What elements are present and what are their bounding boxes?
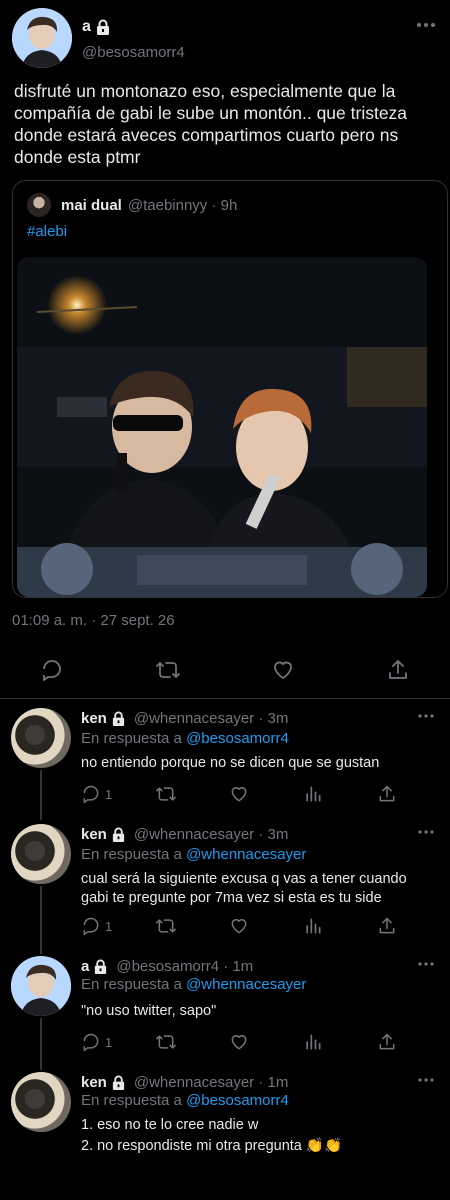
- reply-icon: [81, 1032, 101, 1052]
- quote-avatar: [27, 193, 51, 217]
- quote-photo[interactable]: [17, 257, 427, 597]
- reply-handle-time: @whennacesayer · 3m: [133, 710, 289, 727]
- reply-tweet[interactable]: ken @whennacesayer · 3m En respuesta a @…: [0, 820, 450, 952]
- quote-author-name: mai dual: [61, 197, 122, 214]
- hashtag-link[interactable]: #alebi: [27, 223, 67, 240]
- lock-icon: [111, 1075, 126, 1090]
- reply-author-name[interactable]: ken: [81, 826, 107, 843]
- reply-handle-time: @besosamorr4 · 1m: [116, 958, 254, 975]
- replying-to: En respuesta a @besosamorr4: [81, 1092, 289, 1109]
- replying-to-prefix: En respuesta a: [81, 1092, 182, 1109]
- reply-handle-time: @whennacesayer · 3m: [133, 826, 289, 843]
- clapping-hands-emoji: 👏👏: [305, 1138, 342, 1154]
- analytics-icon[interactable]: [303, 784, 323, 804]
- reply-action-bar: 1: [81, 784, 395, 808]
- tweet-action-bar: [0, 650, 450, 690]
- reply-button[interactable]: 1: [81, 1032, 112, 1052]
- reply-author-name[interactable]: ken: [81, 1074, 107, 1091]
- reply-tweet[interactable]: ken @whennacesayer · 3m En respuesta a @…: [0, 704, 450, 818]
- main-tweet-header: a @besosamorr4: [12, 8, 438, 72]
- share-icon[interactable]: [377, 916, 397, 936]
- quoted-tweet[interactable]: mai dual @taebinnyy · 9h #alebi: [12, 180, 448, 598]
- author-handle[interactable]: @besosamorr4: [82, 44, 185, 61]
- author-name[interactable]: a: [82, 18, 91, 36]
- share-icon[interactable]: [386, 658, 410, 682]
- more-icon[interactable]: [418, 714, 434, 718]
- retweet-icon[interactable]: [155, 784, 177, 804]
- reply-text-line: 1. eso no te lo cree nadie w: [81, 1117, 259, 1133]
- more-icon[interactable]: [416, 22, 436, 28]
- reply-icon[interactable]: [40, 658, 64, 682]
- tweet-timestamp: 01:09 a. m. · 27 sept. 26: [12, 612, 175, 629]
- reply-icon: [81, 784, 101, 804]
- avatar[interactable]: [11, 956, 71, 1016]
- replying-to-prefix: En respuesta a: [81, 976, 182, 993]
- analytics-icon[interactable]: [303, 916, 323, 936]
- mention-link[interactable]: @besosamorr4: [186, 1092, 289, 1109]
- retweet-icon[interactable]: [155, 1032, 177, 1052]
- retweet-icon[interactable]: [155, 658, 181, 682]
- more-icon[interactable]: [418, 830, 434, 834]
- reply-text-line-content: 2. no respondiste mi otra pregunta: [81, 1138, 302, 1154]
- like-icon[interactable]: [229, 916, 249, 936]
- reply-text-line: 2. no respondiste mi otra pregunta 👏👏: [81, 1137, 431, 1156]
- retweet-icon[interactable]: [155, 916, 177, 936]
- reply-count: 1: [105, 1034, 113, 1050]
- lock-icon: [111, 827, 126, 842]
- tweet-text: disfruté un montonazo eso, especialmente…: [14, 81, 408, 167]
- lock-icon: [93, 959, 108, 974]
- reply-action-bar: 1: [81, 916, 395, 940]
- lock-icon: [111, 711, 126, 726]
- avatar[interactable]: [11, 1072, 71, 1132]
- avatar[interactable]: [11, 708, 71, 768]
- lock-icon: [95, 19, 111, 35]
- more-icon[interactable]: [418, 1078, 434, 1082]
- replying-to: En respuesta a @besosamorr4: [81, 730, 289, 747]
- more-icon[interactable]: [418, 962, 434, 966]
- reply-count: 1: [105, 918, 113, 934]
- reply-tweet[interactable]: a @besosamorr4 · 1m En respuesta a @when…: [0, 952, 450, 1066]
- reply-author-name[interactable]: a: [81, 958, 89, 975]
- reply-tweet[interactable]: ken @whennacesayer · 1m En respuesta a @…: [0, 1068, 450, 1200]
- reply-text: 1. eso no te lo cree nadie w 2. no respo…: [81, 1116, 431, 1156]
- reply-text: "no uso twitter, sapo": [81, 1003, 217, 1019]
- like-icon[interactable]: [229, 784, 249, 804]
- reply-button[interactable]: 1: [81, 916, 112, 936]
- mention-link[interactable]: @besosamorr4: [186, 730, 289, 747]
- mention-link[interactable]: @whennacesayer: [186, 976, 306, 993]
- quote-handle-time: @taebinnyy · 9h: [127, 197, 238, 214]
- reply-icon: [81, 916, 101, 936]
- replying-to-prefix: En respuesta a: [81, 730, 182, 747]
- reply-author-name[interactable]: ken: [81, 710, 107, 727]
- avatar[interactable]: [12, 8, 72, 68]
- replying-to-prefix: En respuesta a: [81, 846, 182, 863]
- divider: [0, 698, 450, 699]
- share-icon[interactable]: [377, 784, 397, 804]
- replying-to: En respuesta a @whennacesayer: [81, 846, 306, 863]
- like-icon[interactable]: [229, 1032, 249, 1052]
- reply-button[interactable]: 1: [81, 784, 112, 804]
- reply-text: no entiendo porque no se dicen que se gu…: [81, 755, 380, 771]
- reply-text: cual será la siguiente excusa q vas a te…: [81, 871, 407, 906]
- reply-action-bar: 1: [81, 1032, 395, 1056]
- replying-to: En respuesta a @whennacesayer: [81, 976, 306, 993]
- share-icon[interactable]: [377, 1032, 397, 1052]
- reply-count: 1: [105, 786, 113, 802]
- like-icon[interactable]: [271, 658, 295, 682]
- mention-link[interactable]: @whennacesayer: [186, 846, 306, 863]
- reply-handle-time: @whennacesayer · 1m: [133, 1074, 289, 1091]
- analytics-icon[interactable]: [303, 1032, 323, 1052]
- avatar[interactable]: [11, 824, 71, 884]
